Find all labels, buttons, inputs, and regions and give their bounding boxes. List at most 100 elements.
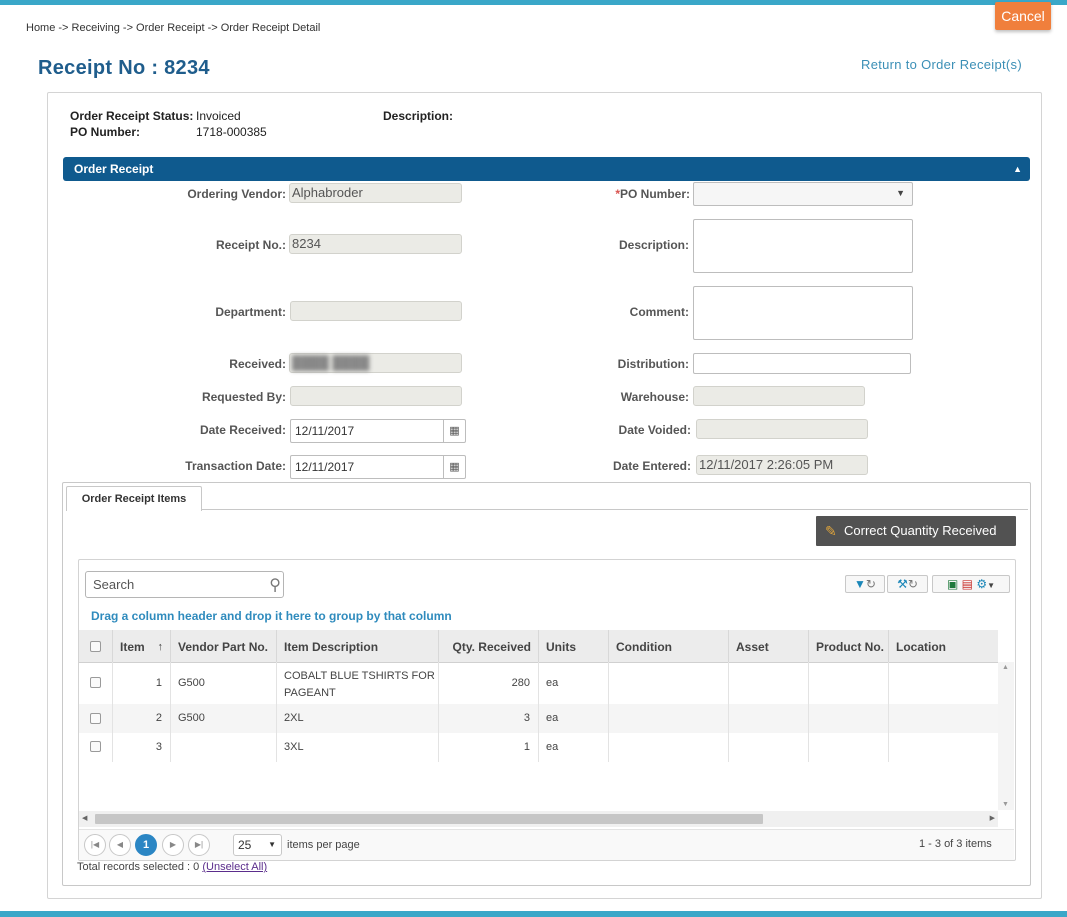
description-textarea[interactable] — [693, 219, 913, 273]
column-header-item-label: Item — [120, 640, 145, 654]
row-select-cell — [79, 662, 113, 704]
search-icon[interactable]: ⚲ — [269, 575, 281, 595]
filter-icon[interactable]: ▼ — [854, 577, 866, 591]
cell-units: ea — [539, 733, 609, 762]
column-header-units[interactable]: Units — [539, 630, 609, 662]
first-page-icon[interactable]: |◀ — [84, 834, 106, 856]
unselect-all-link[interactable]: (Unselect All) — [202, 861, 267, 873]
wrench-icon[interactable]: ⚒ — [897, 577, 908, 591]
calendar-icon[interactable]: ▦ — [443, 456, 465, 478]
reset-columns-icon[interactable]: ↻ — [908, 577, 918, 591]
next-page-icon[interactable]: ▶ — [162, 834, 184, 856]
po-number-select[interactable]: ▼ — [693, 182, 913, 206]
grid-pager — [79, 829, 1014, 860]
row-select-cell — [79, 704, 113, 733]
cell-vendor-part — [171, 733, 277, 762]
status-value: Invoiced — [196, 109, 241, 123]
pager-range-text: 1 - 3 of 3 items — [919, 838, 992, 850]
date-received-input[interactable]: 12/11/2017 ▦ — [290, 419, 466, 443]
order-receipt-section-header[interactable]: Order Receipt ▲ — [63, 157, 1030, 181]
status-label: Order Receipt Status: — [70, 109, 194, 123]
excel-export-icon[interactable]: ▣ — [947, 577, 958, 591]
cell-asset — [729, 704, 809, 733]
scroll-left-icon[interactable]: ◀ — [82, 814, 87, 822]
collapse-caret-icon[interactable]: ▲ — [1013, 157, 1022, 181]
chevron-down-icon: ▼ — [268, 840, 276, 849]
transaction-date-label: Transaction Date: — [185, 459, 286, 473]
row-checkbox[interactable] — [90, 713, 101, 724]
po-number-select-label: *PO Number: — [615, 187, 690, 201]
chevron-down-icon[interactable]: ▼ — [987, 581, 995, 590]
vertical-scrollbar[interactable]: ▲ ▼ — [998, 662, 1014, 810]
page-size-select[interactable]: 25 ▼ — [233, 834, 282, 856]
bottom-accent-bar — [0, 911, 1067, 917]
distribution-input[interactable] — [693, 353, 911, 374]
cell-product-no — [809, 704, 889, 733]
receipt-no-field: 8234 — [289, 234, 462, 254]
column-header-condition[interactable]: Condition — [609, 630, 729, 662]
sort-ascending-icon: ↑ — [157, 641, 164, 653]
columns-toolbar-group: ⚒↻ — [887, 575, 928, 593]
selection-summary: Total records selected : 0 (Unselect All… — [77, 861, 267, 873]
select-all-checkbox[interactable] — [90, 641, 101, 652]
transaction-date-input[interactable]: 12/11/2017 ▦ — [290, 455, 466, 479]
pdf-export-icon[interactable]: ▤ — [962, 577, 973, 591]
column-header-asset[interactable]: Asset — [729, 630, 809, 662]
group-by-hint: Drag a column header and drop it here to… — [91, 609, 452, 623]
comment-label: Comment: — [629, 305, 689, 319]
gear-icon[interactable]: ⚙ — [976, 577, 987, 591]
cell-vendor-part: G500 — [171, 662, 277, 704]
table-row[interactable]: 3 3XL 1 ea — [79, 733, 998, 762]
requested-by-field — [290, 386, 462, 406]
cell-description: 2XL — [277, 704, 439, 733]
reset-filter-icon[interactable]: ↻ — [866, 577, 876, 591]
cell-condition — [609, 704, 729, 733]
ordering-vendor-label: Ordering Vendor: — [187, 187, 286, 201]
last-page-icon[interactable]: ▶| — [188, 834, 210, 856]
received-value-redacted: ████ ████ — [292, 355, 370, 370]
scroll-up-icon[interactable]: ▲ — [1002, 664, 1009, 671]
cell-vendor-part: G500 — [171, 704, 277, 733]
receipt-no-label: Receipt No.: — [215, 238, 286, 252]
department-label: Department: — [215, 305, 286, 319]
cell-location — [889, 704, 998, 733]
table-row[interactable]: 1 G500 COBALT BLUE TSHIRTS FOR PAGEANT 2… — [79, 662, 998, 704]
column-header-location[interactable]: Location — [889, 630, 998, 662]
cell-condition — [609, 733, 729, 762]
header-select-cell — [79, 630, 113, 662]
row-checkbox[interactable] — [90, 677, 101, 688]
po-number-label: PO Number: — [70, 125, 141, 139]
row-checkbox[interactable] — [90, 741, 101, 752]
tab-order-receipt-items[interactable]: Order Receipt Items — [66, 486, 202, 511]
correct-quantity-received-button[interactable]: ✎ Correct Quantity Received — [816, 516, 1016, 546]
prev-page-icon[interactable]: ◀ — [109, 834, 131, 856]
cell-asset — [729, 733, 809, 762]
calendar-icon[interactable]: ▦ — [443, 420, 465, 442]
cell-units: ea — [539, 704, 609, 733]
cell-item: 3 — [113, 733, 171, 762]
cell-location — [889, 662, 998, 704]
column-header-description[interactable]: Item Description — [277, 630, 439, 662]
current-page-button[interactable]: 1 — [135, 834, 157, 856]
comment-textarea[interactable] — [693, 286, 913, 340]
scroll-right-icon[interactable]: ▶ — [990, 814, 995, 822]
table-row[interactable]: 2 G500 2XL 3 ea — [79, 704, 998, 733]
transaction-date-value: 12/11/2017 — [295, 460, 355, 474]
grid-search-input[interactable]: Search ⚲ — [85, 571, 284, 598]
warehouse-label: Warehouse: — [620, 390, 689, 404]
horizontal-scroll-thumb[interactable] — [95, 814, 763, 824]
date-voided-label: Date Voided: — [618, 423, 691, 437]
items-per-page-label: items per page — [287, 839, 360, 851]
cancel-button[interactable]: Cancel — [995, 2, 1051, 30]
cell-asset — [729, 662, 809, 704]
scroll-down-icon[interactable]: ▼ — [1002, 801, 1009, 808]
return-to-order-receipts-link[interactable]: Return to Order Receipt(s) — [861, 57, 1022, 72]
column-header-item[interactable]: Item ↑ — [113, 630, 171, 662]
export-toolbar-group: ▣ ▤ ⚙▼ — [932, 575, 1010, 593]
column-header-product-no[interactable]: Product No. — [809, 630, 889, 662]
column-header-qty-received[interactable]: Qty. Received — [439, 630, 539, 662]
requested-by-label: Requested By: — [201, 390, 286, 404]
column-header-vendor-part[interactable]: Vendor Part No. — [171, 630, 277, 662]
po-number-value: 1718-000385 — [196, 125, 267, 139]
description-label: Description: — [383, 109, 454, 123]
